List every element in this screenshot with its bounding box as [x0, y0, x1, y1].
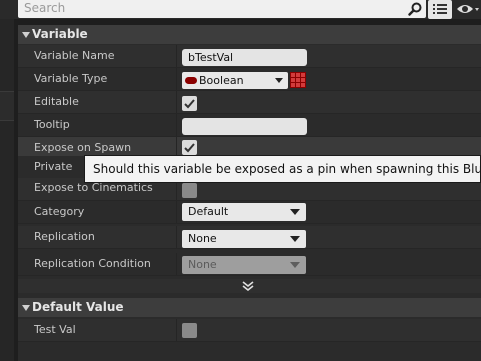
collapse-arrow-icon — [22, 305, 30, 311]
variable-type-value: Boolean — [199, 74, 244, 87]
checkmark-icon — [184, 99, 195, 109]
replication-label: Replication — [34, 230, 95, 243]
editable-row: Editable — [18, 91, 481, 114]
row-divider — [176, 201, 177, 223]
private-label: Private — [34, 160, 73, 173]
replication-dropdown[interactable]: None — [182, 230, 306, 248]
test-val-checkbox[interactable] — [182, 323, 197, 338]
view-options-button[interactable] — [428, 0, 452, 19]
dropdown-arrow-icon — [275, 78, 283, 83]
dropdown-arrow-icon — [290, 209, 300, 215]
checkmark-icon — [184, 143, 195, 153]
row-divider — [176, 45, 177, 67]
search-icon[interactable] — [408, 2, 422, 16]
row-divider — [176, 253, 177, 275]
tooltip-popup: Should this variable be exposed as a pin… — [84, 155, 481, 183]
row-divider — [176, 319, 177, 341]
replication-condition-dropdown: None — [182, 256, 306, 274]
expose-cinematics-checkbox[interactable] — [182, 183, 197, 198]
variable-type-label: Variable Type — [34, 72, 108, 85]
test-val-label: Test Val — [34, 323, 76, 336]
tooltip-label: Tooltip — [34, 118, 70, 131]
expose-on-spawn-checkbox[interactable] — [182, 140, 197, 155]
container-type-icon[interactable] — [290, 72, 306, 88]
default-value-category-title: Default Value — [32, 300, 124, 314]
chevron-down-icon — [242, 281, 254, 291]
variable-name-label: Variable Name — [34, 49, 115, 62]
editable-checkbox[interactable] — [182, 96, 197, 111]
category-value: Default — [188, 205, 229, 218]
search-placeholder: Search — [24, 1, 66, 15]
left-panel-edge — [0, 19, 14, 361]
default-value-category-header[interactable]: Default Value — [18, 298, 481, 317]
category-label: Category — [34, 205, 85, 218]
variable-type-dropdown[interactable]: Boolean — [182, 72, 288, 89]
left-panel-mark — [0, 91, 14, 121]
search-input[interactable]: Search — [18, 0, 426, 18]
variable-name-input[interactable]: bTestVal — [182, 49, 307, 66]
tooltip-input[interactable] — [182, 118, 307, 135]
replication-condition-label: Replication Condition — [34, 257, 151, 270]
advanced-expander[interactable] — [18, 279, 481, 293]
category-combo[interactable]: Default — [182, 203, 306, 221]
row-divider — [176, 114, 177, 136]
replication-condition-value: None — [188, 258, 217, 271]
boolean-pin-icon — [185, 77, 197, 84]
test-val-row: Test Val — [18, 319, 481, 342]
variable-category-title: Variable — [32, 27, 88, 41]
dropdown-arrow-icon — [290, 236, 300, 242]
row-divider — [176, 68, 177, 90]
eye-icon[interactable] — [456, 2, 480, 16]
row-divider — [176, 91, 177, 113]
view-options-icon — [433, 4, 447, 14]
editable-label: Editable — [34, 95, 79, 108]
variable-category-header[interactable]: Variable — [18, 25, 481, 44]
dropdown-arrow-icon — [290, 262, 300, 268]
replication-value: None — [188, 232, 217, 245]
collapse-arrow-icon — [22, 32, 30, 38]
expose-on-spawn-label: Expose on Spawn — [34, 141, 132, 154]
row-divider — [176, 226, 177, 248]
